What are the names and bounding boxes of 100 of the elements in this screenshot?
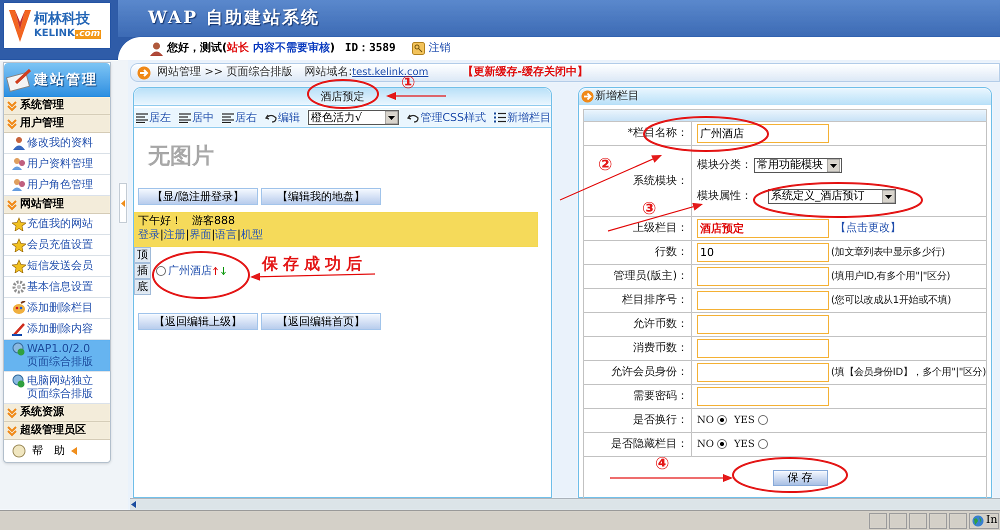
sidebar-item-line: 页面综合排版 <box>27 387 93 400</box>
sidebar-item[interactable]: 用户资料管理 <box>4 154 110 175</box>
field-label: 模块分类： <box>697 157 752 174</box>
field-label: 行数： <box>655 244 688 260</box>
toolbar-link[interactable]: 居中 <box>179 110 214 126</box>
theme-select[interactable]: 橙色活力√ <box>308 110 400 126</box>
up-arrow-icon <box>213 267 218 276</box>
section-header[interactable]: 用户管理 <box>4 115 110 133</box>
gear-icon <box>12 280 26 294</box>
globe-icon <box>972 514 984 526</box>
text-input[interactable]: 10 <box>697 242 829 262</box>
text-input[interactable] <box>697 362 829 382</box>
option-label: NO <box>697 438 714 452</box>
save-button[interactable]: 保 存 <box>772 470 828 486</box>
radio-button[interactable] <box>156 266 166 276</box>
field-label: 需要密码： <box>633 388 688 404</box>
cache-status: 【更新缓存-缓存关闭中】 <box>462 64 588 80</box>
breadcrumb-path: 网站管理 >> 页面综合排版 <box>157 64 292 80</box>
logo-domain: .com <box>74 30 102 39</box>
section-header[interactable]: 网站管理 <box>4 196 110 214</box>
position-tab[interactable]: 顶 <box>134 247 151 264</box>
toolbar-link[interactable]: 居右 <box>222 110 257 126</box>
star-icon <box>12 238 26 252</box>
toolbar-link[interactable]: 管理CSS样式 <box>407 110 486 126</box>
arrow-icon <box>581 90 594 104</box>
link-separator: | <box>186 228 190 242</box>
change-link[interactable]: 【点击更改】 <box>835 220 901 237</box>
field-label: 模块属性： <box>697 188 752 204</box>
field-hint: (您可以改成从1开始或不填) <box>831 294 951 308</box>
text-input[interactable]: 酒店预定 <box>697 218 829 238</box>
annotation-caption: 保存成功后 <box>262 253 367 275</box>
field-label: 栏目排序号： <box>622 292 688 308</box>
radio-button[interactable] <box>758 439 768 450</box>
section-header[interactable]: 系统资源 <box>4 404 110 422</box>
arrow-icon <box>137 66 151 80</box>
text-input[interactable] <box>697 266 829 286</box>
security-zone: In <box>986 512 998 528</box>
nav-button[interactable]: 【返回编辑首页】 <box>261 313 381 330</box>
text-input[interactable] <box>697 386 829 406</box>
logo-brand: KELINK <box>34 29 75 39</box>
radio-button[interactable] <box>716 415 727 426</box>
banner-link[interactable]: 语言 <box>215 228 238 242</box>
dropdown[interactable]: 常用功能模块 <box>754 158 842 174</box>
chevron-icon <box>7 100 17 112</box>
greeting-text: 下午好！ <box>138 214 182 228</box>
palette-icon <box>12 301 26 315</box>
banner-link[interactable]: 机型 <box>240 228 263 242</box>
text-input[interactable]: 广州酒店 <box>697 124 829 143</box>
visitor-name: 游客888 <box>192 214 235 228</box>
banner-link[interactable]: 注册 <box>164 228 186 242</box>
nav-button[interactable]: 【返回编辑上级】 <box>138 313 258 330</box>
option-label: YES <box>734 438 755 452</box>
radio-button[interactable] <box>716 439 727 450</box>
dropdown-arrow-icon <box>882 190 895 203</box>
sidebar-item[interactable]: 修改我的资料 <box>4 133 110 154</box>
position-tab[interactable]: 底 <box>134 279 151 296</box>
section-header[interactable]: 系统管理 <box>4 97 110 115</box>
sidebar-item[interactable]: 基本信息设置 <box>4 277 110 298</box>
dropdown[interactable]: 系统定义_酒店预订 <box>768 188 896 204</box>
chevron-icon <box>7 118 17 130</box>
undo-icon <box>265 112 277 123</box>
collapse-handle[interactable] <box>119 183 127 223</box>
panel-title: 新增栏目 <box>595 88 639 104</box>
caret-icon <box>121 200 125 206</box>
position-tab[interactable]: 插 <box>134 263 151 280</box>
toolbar-link[interactable]: 新增栏目 <box>494 110 551 126</box>
sidebar-item[interactable]: 充值我的网站 <box>4 214 110 235</box>
sidebar-item[interactable]: 添加删除栏目 <box>4 298 110 319</box>
field-hint: (加文章列表中显示多少行) <box>831 246 945 260</box>
banner-link[interactable]: 登录 <box>138 228 160 242</box>
align-icon <box>179 112 191 123</box>
chevron-icon <box>7 406 17 418</box>
toolbar-link[interactable]: 编辑 <box>265 110 300 126</box>
radio-button[interactable] <box>758 415 768 426</box>
text-input[interactable] <box>697 314 829 334</box>
nav-button[interactable]: 【显/隐注册登录】 <box>138 188 258 206</box>
help-item[interactable]: 帮 助 <box>4 440 110 462</box>
step-number: ① <box>401 74 416 92</box>
banner-link[interactable]: 界面 <box>189 228 212 242</box>
highlight-ellipse <box>307 79 379 109</box>
people-icon <box>12 178 26 192</box>
section-header[interactable]: 超级管理员区 <box>4 422 110 440</box>
option-label: YES <box>734 414 755 428</box>
nav-button[interactable]: 【编辑我的地盘】 <box>261 188 381 206</box>
align-icon <box>222 112 234 123</box>
sidebar-item[interactable]: 会员充值设置 <box>4 235 110 256</box>
annotation-arrow <box>386 92 446 100</box>
text-input[interactable] <box>697 338 829 358</box>
star-icon <box>12 259 26 273</box>
sidebar-item[interactable]: 短信发送会员 <box>4 256 110 277</box>
toolbar-link[interactable]: 居左 <box>136 110 171 126</box>
text-input[interactable] <box>697 290 829 310</box>
pencil-icon <box>12 322 26 336</box>
option-label: NO <box>697 414 714 428</box>
step-number: ④ <box>655 455 670 473</box>
column-link[interactable]: 广州酒店 <box>168 263 212 280</box>
logout-link[interactable]: 注销 <box>428 40 451 57</box>
horizontal-scrollbar[interactable] <box>130 498 1000 510</box>
notepad-icon <box>6 67 32 93</box>
link-separator: | <box>160 228 164 242</box>
